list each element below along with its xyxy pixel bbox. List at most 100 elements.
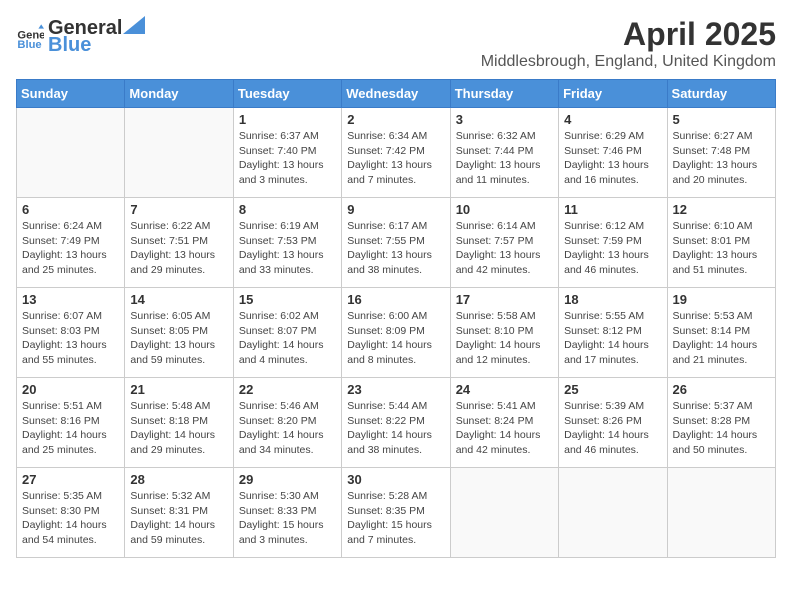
day-info: Sunrise: 6:34 AM Sunset: 7:42 PM Dayligh… bbox=[347, 129, 444, 188]
calendar-cell: 19 Sunrise: 5:53 AM Sunset: 8:14 PM Dayli… bbox=[667, 288, 775, 378]
page-header: General Blue General Blue April 2025 Mid… bbox=[16, 16, 776, 71]
day-number: 16 bbox=[347, 292, 444, 307]
day-number: 29 bbox=[239, 472, 336, 487]
day-info: Sunrise: 5:35 AM Sunset: 8:30 PM Dayligh… bbox=[22, 489, 119, 548]
day-number: 10 bbox=[456, 202, 553, 217]
calendar-cell bbox=[450, 468, 558, 558]
calendar-cell: 22 Sunrise: 5:46 AM Sunset: 8:20 PM Dayli… bbox=[233, 378, 341, 468]
day-number: 23 bbox=[347, 382, 444, 397]
calendar-cell: 26Sunrise: 5:37 AM Sunset: 8:28 PM Dayli… bbox=[667, 378, 775, 468]
day-info: Sunrise: 5:44 AM Sunset: 8:22 PM Dayligh… bbox=[347, 399, 444, 458]
day-info: Sunrise: 6:24 AM Sunset: 7:49 PM Dayligh… bbox=[22, 219, 119, 278]
calendar-table: SundayMondayTuesdayWednesdayThursdayFrid… bbox=[16, 79, 776, 558]
calendar-cell: 17 Sunrise: 5:58 AM Sunset: 8:10 PM Dayli… bbox=[450, 288, 558, 378]
calendar-cell bbox=[17, 108, 125, 198]
day-info: Sunrise: 6:10 AM Sunset: 8:01 PM Dayligh… bbox=[673, 219, 770, 278]
day-info: Sunrise: 5:39 AM Sunset: 8:26 PM Dayligh… bbox=[564, 399, 661, 458]
day-info: Sunrise: 5:32 AM Sunset: 8:31 PM Dayligh… bbox=[130, 489, 227, 548]
day-info: Sunrise: 5:58 AM Sunset: 8:10 PM Dayligh… bbox=[456, 309, 553, 368]
day-number: 30 bbox=[347, 472, 444, 487]
calendar-cell: 6Sunrise: 6:24 AM Sunset: 7:49 PM Daylig… bbox=[17, 198, 125, 288]
calendar-cell: 12 Sunrise: 6:10 AM Sunset: 8:01 PM Dayli… bbox=[667, 198, 775, 288]
calendar-cell: 13 Sunrise: 6:07 AM Sunset: 8:03 PM Dayli… bbox=[17, 288, 125, 378]
calendar-week-row: 6Sunrise: 6:24 AM Sunset: 7:49 PM Daylig… bbox=[17, 198, 776, 288]
calendar-cell: 25 Sunrise: 5:39 AM Sunset: 8:26 PM Dayli… bbox=[559, 378, 667, 468]
calendar-cell: 11 Sunrise: 6:12 AM Sunset: 7:59 PM Dayli… bbox=[559, 198, 667, 288]
day-number: 13 bbox=[22, 292, 119, 307]
day-number: 24 bbox=[456, 382, 553, 397]
calendar-cell: 21 Sunrise: 5:48 AM Sunset: 8:18 PM Dayli… bbox=[125, 378, 233, 468]
day-info: Sunrise: 6:22 AM Sunset: 7:51 PM Dayligh… bbox=[130, 219, 227, 278]
calendar-week-row: 1 Sunrise: 6:37 AM Sunset: 7:40 PM Daylig… bbox=[17, 108, 776, 198]
day-info: Sunrise: 5:55 AM Sunset: 8:12 PM Dayligh… bbox=[564, 309, 661, 368]
day-info: Sunrise: 6:07 AM Sunset: 8:03 PM Dayligh… bbox=[22, 309, 119, 368]
calendar-cell: 8Sunrise: 6:19 AM Sunset: 7:53 PM Daylig… bbox=[233, 198, 341, 288]
calendar-cell bbox=[125, 108, 233, 198]
day-info: Sunrise: 5:53 AM Sunset: 8:14 PM Dayligh… bbox=[673, 309, 770, 368]
day-info: Sunrise: 5:51 AM Sunset: 8:16 PM Dayligh… bbox=[22, 399, 119, 458]
day-number: 25 bbox=[564, 382, 661, 397]
day-number: 1 bbox=[239, 112, 336, 127]
title-block: April 2025 Middlesbrough, England, Unite… bbox=[481, 16, 776, 71]
calendar-cell: 30 Sunrise: 5:28 AM Sunset: 8:35 PM Dayli… bbox=[342, 468, 450, 558]
calendar-cell: 29 Sunrise: 5:30 AM Sunset: 8:33 PM Dayli… bbox=[233, 468, 341, 558]
calendar-cell: 3Sunrise: 6:32 AM Sunset: 7:44 PM Daylig… bbox=[450, 108, 558, 198]
day-info: Sunrise: 5:46 AM Sunset: 8:20 PM Dayligh… bbox=[239, 399, 336, 458]
calendar-week-row: 27 Sunrise: 5:35 AM Sunset: 8:30 PM Dayli… bbox=[17, 468, 776, 558]
calendar-cell: 24 Sunrise: 5:41 AM Sunset: 8:24 PM Dayli… bbox=[450, 378, 558, 468]
day-info: Sunrise: 5:30 AM Sunset: 8:33 PM Dayligh… bbox=[239, 489, 336, 548]
calendar-week-row: 13 Sunrise: 6:07 AM Sunset: 8:03 PM Dayli… bbox=[17, 288, 776, 378]
day-number: 14 bbox=[130, 292, 227, 307]
day-info: Sunrise: 6:29 AM Sunset: 7:46 PM Dayligh… bbox=[564, 129, 661, 188]
calendar-cell: 18 Sunrise: 5:55 AM Sunset: 8:12 PM Dayli… bbox=[559, 288, 667, 378]
day-info: Sunrise: 6:12 AM Sunset: 7:59 PM Dayligh… bbox=[564, 219, 661, 278]
month-title: April 2025 bbox=[481, 16, 776, 53]
day-number: 27 bbox=[22, 472, 119, 487]
day-number: 5 bbox=[673, 112, 770, 127]
calendar-cell: 5Sunrise: 6:27 AM Sunset: 7:48 PM Daylig… bbox=[667, 108, 775, 198]
day-of-week-header: Wednesday bbox=[342, 80, 450, 108]
logo-triangle-icon bbox=[123, 16, 145, 34]
calendar-cell: 23 Sunrise: 5:44 AM Sunset: 8:22 PM Dayli… bbox=[342, 378, 450, 468]
day-info: Sunrise: 5:41 AM Sunset: 8:24 PM Dayligh… bbox=[456, 399, 553, 458]
calendar-cell: 16Sunrise: 6:00 AM Sunset: 8:09 PM Dayli… bbox=[342, 288, 450, 378]
day-number: 7 bbox=[130, 202, 227, 217]
calendar-cell: 20 Sunrise: 5:51 AM Sunset: 8:16 PM Dayli… bbox=[17, 378, 125, 468]
day-number: 17 bbox=[456, 292, 553, 307]
day-of-week-header: Sunday bbox=[17, 80, 125, 108]
day-number: 11 bbox=[564, 202, 661, 217]
calendar-week-row: 20 Sunrise: 5:51 AM Sunset: 8:16 PM Dayli… bbox=[17, 378, 776, 468]
location-title: Middlesbrough, England, United Kingdom bbox=[481, 53, 776, 71]
day-number: 18 bbox=[564, 292, 661, 307]
day-number: 12 bbox=[673, 202, 770, 217]
day-info: Sunrise: 5:48 AM Sunset: 8:18 PM Dayligh… bbox=[130, 399, 227, 458]
day-number: 19 bbox=[673, 292, 770, 307]
day-number: 2 bbox=[347, 112, 444, 127]
day-of-week-header: Tuesday bbox=[233, 80, 341, 108]
day-info: Sunrise: 5:28 AM Sunset: 8:35 PM Dayligh… bbox=[347, 489, 444, 548]
day-of-week-header: Friday bbox=[559, 80, 667, 108]
calendar-cell bbox=[667, 468, 775, 558]
calendar-cell: 28 Sunrise: 5:32 AM Sunset: 8:31 PM Dayli… bbox=[125, 468, 233, 558]
calendar-cell: 27 Sunrise: 5:35 AM Sunset: 8:30 PM Dayli… bbox=[17, 468, 125, 558]
day-number: 15 bbox=[239, 292, 336, 307]
calendar-cell: 14 Sunrise: 6:05 AM Sunset: 8:05 PM Dayli… bbox=[125, 288, 233, 378]
calendar-cell: 15Sunrise: 6:02 AM Sunset: 8:07 PM Dayli… bbox=[233, 288, 341, 378]
logo: General Blue General Blue bbox=[16, 16, 146, 57]
day-info: Sunrise: 6:37 AM Sunset: 7:40 PM Dayligh… bbox=[239, 129, 336, 188]
day-number: 21 bbox=[130, 382, 227, 397]
day-of-week-header: Monday bbox=[125, 80, 233, 108]
calendar-cell: 4Sunrise: 6:29 AM Sunset: 7:46 PM Daylig… bbox=[559, 108, 667, 198]
day-info: Sunrise: 6:32 AM Sunset: 7:44 PM Dayligh… bbox=[456, 129, 553, 188]
day-info: Sunrise: 6:17 AM Sunset: 7:55 PM Dayligh… bbox=[347, 219, 444, 278]
day-number: 22 bbox=[239, 382, 336, 397]
calendar-cell: 9Sunrise: 6:17 AM Sunset: 7:55 PM Daylig… bbox=[342, 198, 450, 288]
day-number: 20 bbox=[22, 382, 119, 397]
day-info: Sunrise: 6:19 AM Sunset: 7:53 PM Dayligh… bbox=[239, 219, 336, 278]
day-info: Sunrise: 6:05 AM Sunset: 8:05 PM Dayligh… bbox=[130, 309, 227, 368]
day-info: Sunrise: 6:14 AM Sunset: 7:57 PM Dayligh… bbox=[456, 219, 553, 278]
calendar-cell bbox=[559, 468, 667, 558]
calendar-header-row: SundayMondayTuesdayWednesdayThursdayFrid… bbox=[17, 80, 776, 108]
day-number: 28 bbox=[130, 472, 227, 487]
svg-text:Blue: Blue bbox=[17, 39, 41, 51]
